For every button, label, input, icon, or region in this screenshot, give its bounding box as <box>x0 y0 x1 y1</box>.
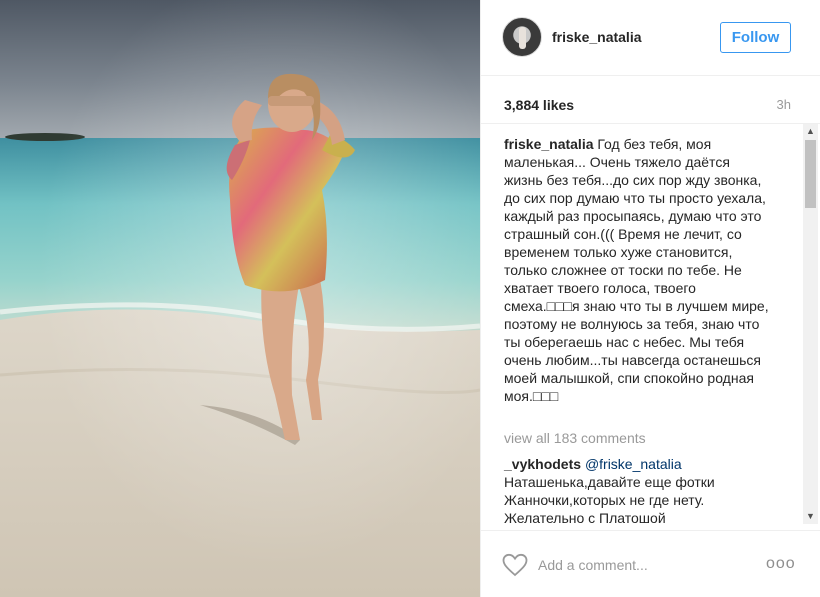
post-username[interactable]: friske_natalia <box>552 29 642 45</box>
post-header: friske_natalia Follow <box>481 0 820 76</box>
view-all-comments-link[interactable]: view all 183 comments <box>504 430 646 446</box>
comments-scrollbar[interactable]: ▲ ▼ <box>803 124 818 524</box>
post-time[interactable]: 3h <box>777 97 791 112</box>
caption-text: Год без тебя, моя маленькая... Очень тяж… <box>504 136 769 404</box>
add-comment-input[interactable]: Add a comment... <box>538 557 648 573</box>
post-photo[interactable] <box>0 0 480 597</box>
scrollbar-thumb[interactable] <box>805 140 816 208</box>
beach-photo-illustration <box>0 0 480 597</box>
caption-username[interactable]: friske_natalia <box>504 136 594 152</box>
likes-count[interactable]: 3,884 likes <box>504 97 574 113</box>
comment-username[interactable]: _vykhodets <box>504 456 581 472</box>
scroll-up-arrow-icon[interactable]: ▲ <box>803 124 818 139</box>
comments-section: friske_natalia Год без тебя, моя маленьк… <box>481 124 820 530</box>
comment-text: Наташенька,давайте еще фотки Жанночки,ко… <box>504 474 715 526</box>
comment-mention[interactable]: @friske_natalia <box>585 456 682 472</box>
post-details-panel: friske_natalia Follow 3,884 likes 3h fri… <box>480 0 820 597</box>
caption: friske_natalia Год без тебя, моя маленьк… <box>504 135 772 405</box>
comment-item: _vykhodets @friske_natalia Наташенька,да… <box>504 455 772 527</box>
follow-button[interactable]: Follow <box>720 22 791 53</box>
likes-row: 3,884 likes 3h <box>481 76 820 124</box>
scroll-down-arrow-icon[interactable]: ▼ <box>803 509 818 524</box>
post-footer: Add a comment... ooo <box>481 530 820 597</box>
more-options-icon[interactable]: ooo <box>766 555 796 573</box>
avatar[interactable] <box>502 17 542 57</box>
heart-icon[interactable] <box>502 553 528 577</box>
